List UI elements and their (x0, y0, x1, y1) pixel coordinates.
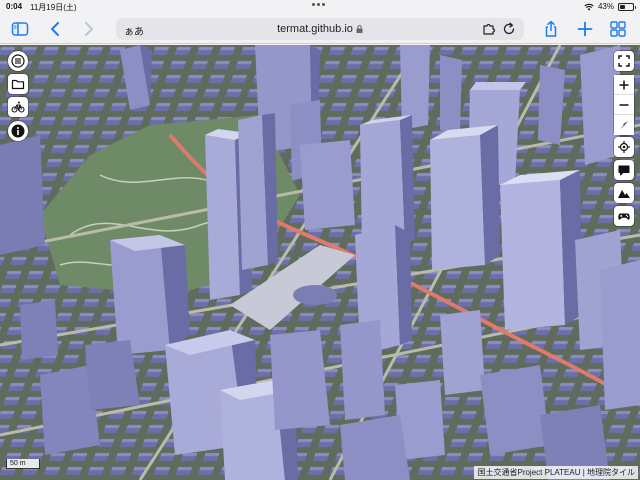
address-bar[interactable]: ぁあ termat.github.io (116, 18, 524, 40)
comment-icon[interactable] (614, 160, 634, 180)
gamepad-icon[interactable] (614, 206, 634, 226)
status-date: 11月19日(土) (30, 3, 77, 12)
zoom-in-icon[interactable] (614, 75, 634, 95)
zoom-out-icon[interactable] (614, 95, 634, 115)
building (430, 135, 485, 270)
stadium-roof (293, 285, 337, 305)
building (205, 135, 240, 300)
map-view[interactable]: 50 m 国土交通省Project PLATEAU | 地理院タイル (0, 45, 640, 480)
menu-icon[interactable] (8, 51, 28, 71)
status-right: 43% (584, 2, 636, 11)
city-3d-scene[interactable] (0, 45, 640, 480)
scale-bar: 50 m (6, 459, 40, 469)
browser-toolbar: ぁあ termat.github.io (0, 14, 640, 44)
locate-icon[interactable] (614, 137, 634, 157)
url-text: termat.github.io (277, 23, 353, 35)
building (110, 235, 170, 355)
zoom-controls (614, 75, 634, 135)
fullscreen-icon[interactable] (614, 51, 634, 71)
forward-icon[interactable] (78, 19, 98, 39)
bicycle-icon[interactable] (8, 97, 28, 117)
compass-icon[interactable] (614, 115, 634, 135)
reload-icon[interactable] (502, 22, 516, 36)
wifi-icon (584, 3, 594, 10)
new-tab-icon[interactable] (575, 19, 595, 39)
battery-icon (618, 2, 636, 11)
battery-percent: 43% (597, 2, 614, 11)
multitasking-dots-icon[interactable] (312, 3, 325, 6)
terrain-icon[interactable] (614, 183, 634, 203)
building (500, 180, 565, 330)
back-icon[interactable] (46, 19, 66, 39)
status-bar: 0:04 11月19日(土) 43% (0, 0, 640, 14)
info-icon[interactable] (8, 121, 28, 141)
share-icon[interactable] (541, 19, 561, 39)
folder-icon[interactable] (8, 74, 28, 94)
tabs-icon[interactable] (608, 19, 628, 39)
sidebar-icon[interactable] (10, 19, 30, 39)
lock-icon (356, 25, 363, 33)
extension-icon[interactable] (482, 22, 496, 36)
map-attribution[interactable]: 国土交通省Project PLATEAU | 地理院タイル (474, 466, 638, 479)
status-time: 0:04 (6, 2, 23, 11)
url-display: termat.github.io (116, 23, 524, 35)
